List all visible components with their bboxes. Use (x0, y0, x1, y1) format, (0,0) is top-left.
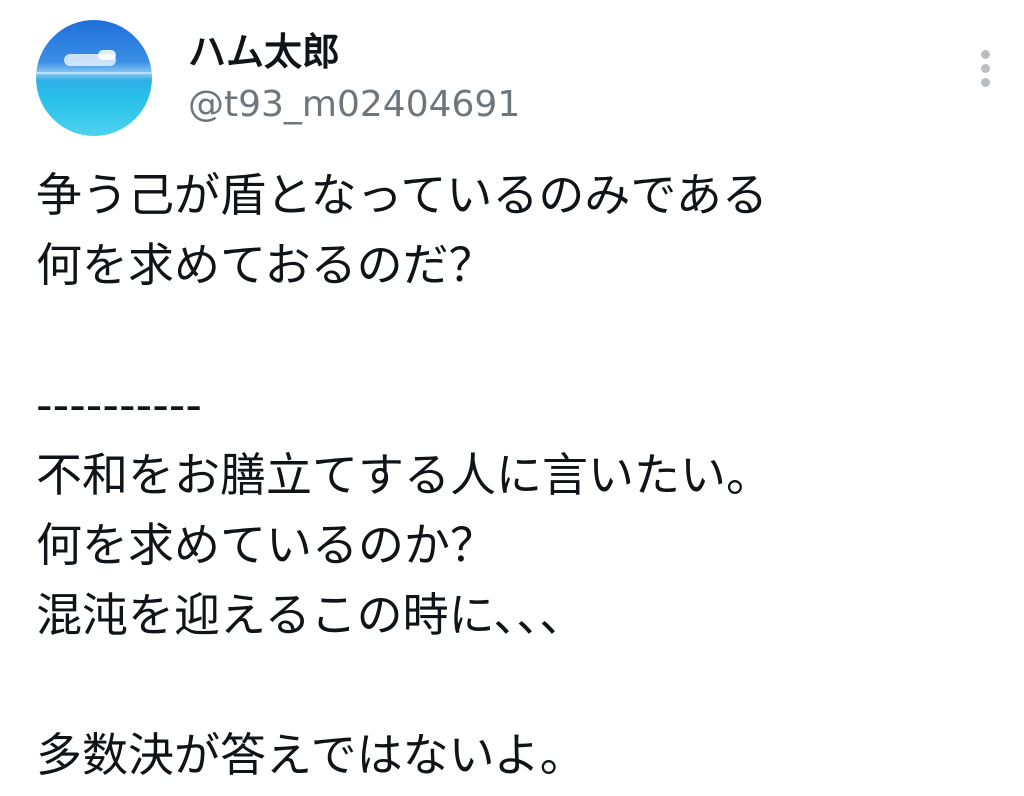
more-vertical-icon-dot-2 (981, 64, 990, 73)
tweet-line: ---------- (36, 378, 202, 432)
tweet-text: 争う己が盾となっているのみである 何を求めておるのだ？ ---------- 不… (36, 160, 996, 790)
avatar-horizon (36, 72, 152, 74)
tweet-line: 何を求めているのか？ (36, 518, 496, 572)
tweet-line: 不和をお膳立てする人に言いたい。 (36, 448, 772, 502)
tweet-line: 何を求めておるのだ？ (36, 238, 495, 292)
avatar-cloud-small (98, 50, 116, 60)
display-name[interactable]: ハム太郎 (188, 28, 340, 76)
tweet-line: 多数決が答えではないよ。 (36, 728, 586, 782)
more-vertical-icon (981, 50, 990, 59)
tweet-line (36, 650, 996, 720)
more-vertical-icon-dot-3 (981, 78, 990, 87)
tweet-line (36, 300, 996, 370)
user-handle[interactable]: @t93_m02404691 (188, 82, 520, 128)
tweet-line: 混沌を迎えるこの時に、、、 (36, 588, 586, 642)
more-options-button[interactable] (968, 44, 1004, 92)
avatar[interactable] (36, 20, 152, 136)
tweet-line: 争う己が盾となっているのみである (36, 168, 768, 222)
